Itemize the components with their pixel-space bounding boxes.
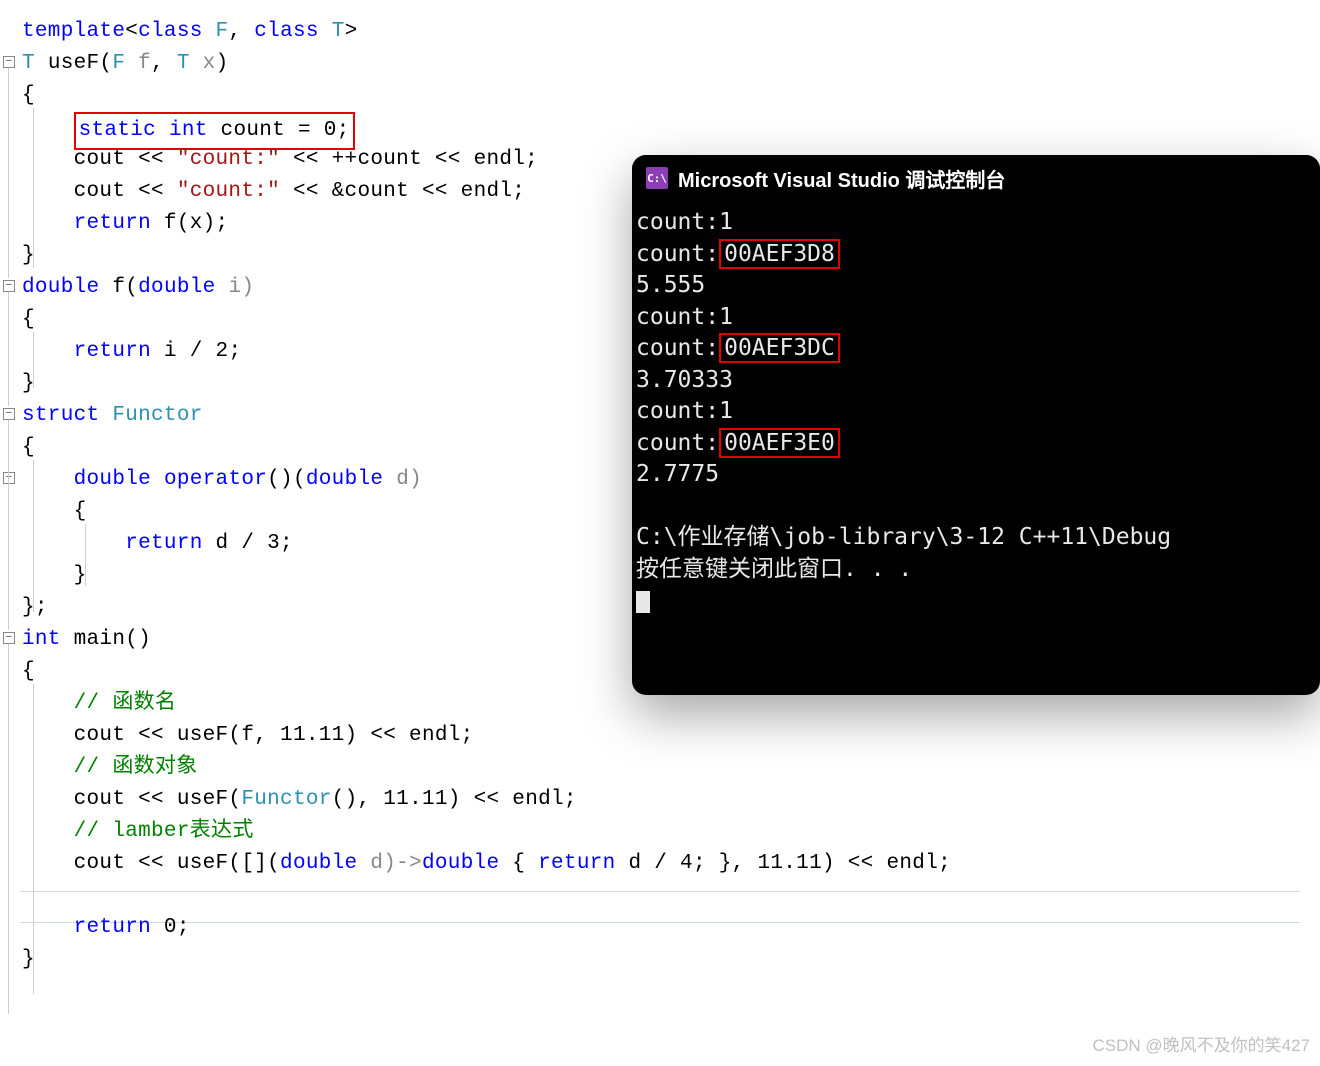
fold-toggle[interactable]: − bbox=[3, 280, 15, 292]
watermark: CSDN @晚风不及你的笑427 bbox=[1092, 1031, 1310, 1056]
debug-console-window[interactable]: C:\ Microsoft Visual Studio 调试控制台 count:… bbox=[632, 155, 1320, 695]
fold-gutter: − − − − − bbox=[0, 0, 18, 1066]
console-titlebar[interactable]: C:\ Microsoft Visual Studio 调试控制台 bbox=[632, 155, 1320, 201]
highlight-address-1: 00AEF3D8 bbox=[719, 239, 840, 269]
console-icon: C:\ bbox=[646, 167, 668, 189]
fold-toggle[interactable]: − bbox=[3, 56, 15, 68]
fold-toggle[interactable]: − bbox=[3, 408, 15, 420]
highlight-address-3: 00AEF3E0 bbox=[719, 428, 840, 458]
highlight-address-2: 00AEF3DC bbox=[719, 333, 840, 363]
fold-toggle[interactable]: − bbox=[3, 472, 15, 484]
console-title: Microsoft Visual Studio 调试控制台 bbox=[678, 164, 1005, 193]
console-cursor bbox=[636, 591, 650, 613]
console-output: count:1 count:00AEF3D8 5.555 count:1 cou… bbox=[632, 201, 1320, 631]
fold-toggle[interactable]: − bbox=[3, 632, 15, 644]
